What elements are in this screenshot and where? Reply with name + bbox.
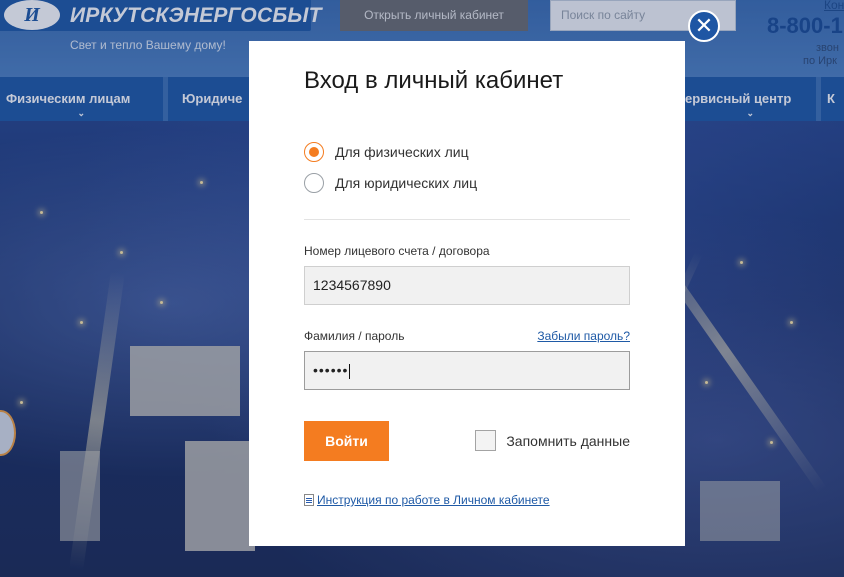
radio-label: Для юридических лиц — [335, 175, 478, 191]
login-modal: Вход в личный кабинет Для физических лиц… — [249, 41, 685, 546]
radio-individuals[interactable]: Для физических лиц — [304, 142, 469, 162]
instruction-row[interactable]: Инструкция по работе в Личном кабинете — [304, 493, 550, 507]
account-number-field[interactable]: 1234567890 — [304, 266, 630, 305]
login-button[interactable]: Войти — [304, 421, 389, 461]
remember-checkbox[interactable] — [475, 430, 497, 451]
radio-button-checked[interactable] — [304, 142, 324, 162]
password-field[interactable]: •••••• — [304, 351, 630, 390]
close-icon[interactable]: ✕ — [688, 10, 720, 42]
forgot-password-link[interactable]: Забыли пароль? — [537, 329, 630, 343]
remember-label: Запомнить данные — [506, 432, 630, 449]
password-label: Фамилия / пароль — [304, 329, 405, 343]
instruction-link[interactable]: Инструкция по работе в Личном кабинете — [317, 493, 550, 507]
modal-title: Вход в личный кабинет — [304, 67, 564, 94]
radio-button[interactable] — [304, 173, 324, 193]
remember-me[interactable]: Запомнить данные — [475, 430, 630, 451]
radio-label: Для физических лиц — [335, 144, 469, 160]
password-value: •••••• — [313, 362, 349, 378]
account-number-label: Номер лицевого счета / договора — [304, 244, 490, 258]
document-icon — [304, 494, 314, 506]
text-caret — [349, 363, 351, 379]
divider — [304, 219, 630, 220]
radio-legal-entities[interactable]: Для юридических лиц — [304, 173, 477, 193]
